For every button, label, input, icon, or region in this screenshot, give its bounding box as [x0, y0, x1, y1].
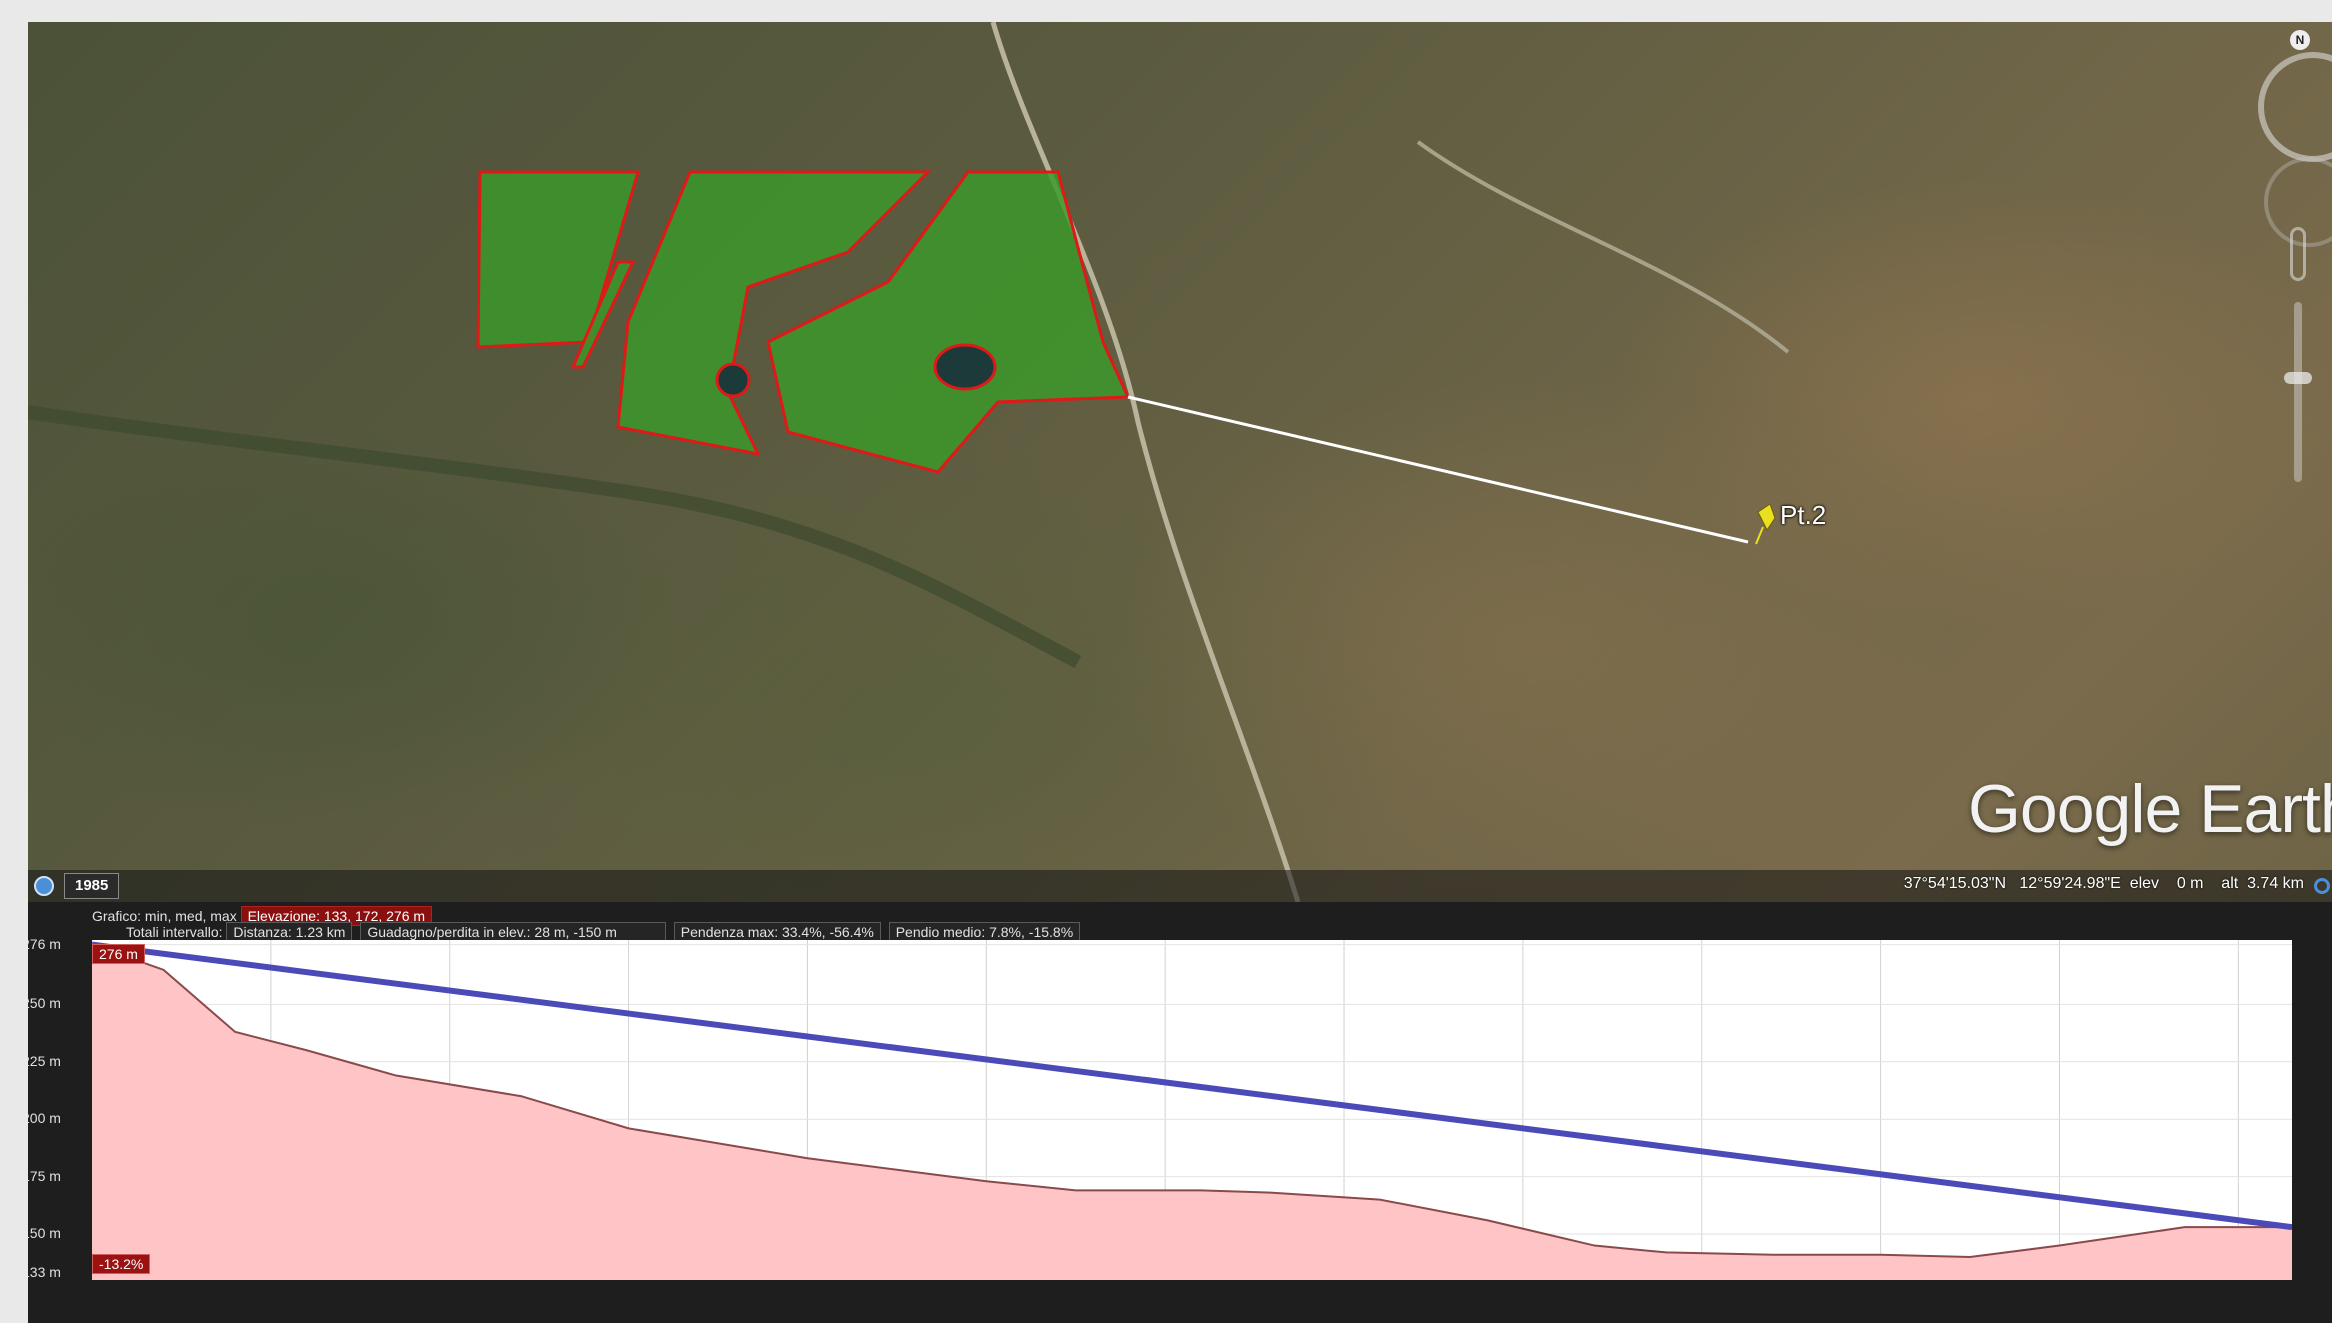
y-tick-label: 133 m: [28, 1264, 61, 1281]
y-tick-label: 200 m: [28, 1110, 61, 1127]
vineyard-parcels: [476, 170, 1131, 474]
navigation-controls: N: [2238, 22, 2332, 502]
slope-avg-value: Pendio medio: 7.8%, -15.8%: [888, 922, 1081, 942]
historical-imagery-year[interactable]: 1985: [64, 873, 120, 899]
measure-path-line[interactable]: [1127, 395, 1749, 544]
y-tick-label: 175 m: [28, 1167, 61, 1184]
elevation-profile-panel: Grafico: min, med, max Elevazione: 133, …: [28, 902, 2332, 1323]
pond: [933, 343, 997, 391]
north-icon[interactable]: N: [2290, 30, 2310, 50]
parcel-1: [476, 170, 641, 349]
clock-icon[interactable]: [34, 876, 54, 896]
slope-badge: -13.2%: [92, 1254, 151, 1274]
y-tick-label: 276 m: [28, 935, 61, 952]
distance-value: Distanza: 1.23 km: [226, 922, 353, 942]
map-status-bar: 1985 37°54'15.03"N 12°59'24.98"E elev 0 …: [28, 870, 2332, 902]
pegman-icon[interactable]: [2290, 227, 2306, 281]
y-tick-label: 150 m: [28, 1225, 61, 1242]
zoom-slider-thumb[interactable]: [2284, 372, 2312, 384]
pond: [715, 362, 751, 398]
google-earth-window: Pt.2 Google Earth N 1985 37°54'15.03"N 1…: [28, 22, 2332, 1323]
zoom-slider[interactable]: [2294, 302, 2302, 482]
gain-loss-value: Guadagno/perdita in elev.: 28 m, -150 m: [360, 922, 666, 942]
elevation-chart[interactable]: 276 m -13.2%: [92, 940, 2292, 1280]
profile-totals-row: Totali intervallo: Distanza: 1.23 km Gua…: [126, 922, 1084, 942]
track: [1416, 140, 1790, 354]
slope-max-value: Pendenza max: 33.4%, -56.4%: [673, 922, 881, 942]
placemark-label[interactable]: Pt.2: [1780, 500, 1826, 531]
elevation-area: [92, 944, 2292, 1280]
coordinates-readout: 37°54'15.03"N 12°59'24.98"E elev 0 m alt…: [1903, 875, 2304, 892]
search-icon[interactable]: [2314, 878, 2330, 894]
y-tick-label: 250 m: [28, 995, 61, 1012]
y-tick-label: 225 m: [28, 1052, 61, 1069]
start-elevation-badge: 276 m: [92, 944, 145, 964]
satellite-map-view[interactable]: Pt.2 Google Earth N 1985 37°54'15.03"N 1…: [28, 22, 2332, 902]
elevation-chart-svg: [92, 940, 2292, 1280]
google-earth-logo: Google Earth: [1968, 771, 2332, 847]
totals-label: Totali intervallo:: [126, 924, 223, 940]
pushpin-icon[interactable]: [1755, 503, 1776, 545]
look-around-ring[interactable]: [2258, 52, 2332, 162]
road: [990, 22, 1301, 902]
